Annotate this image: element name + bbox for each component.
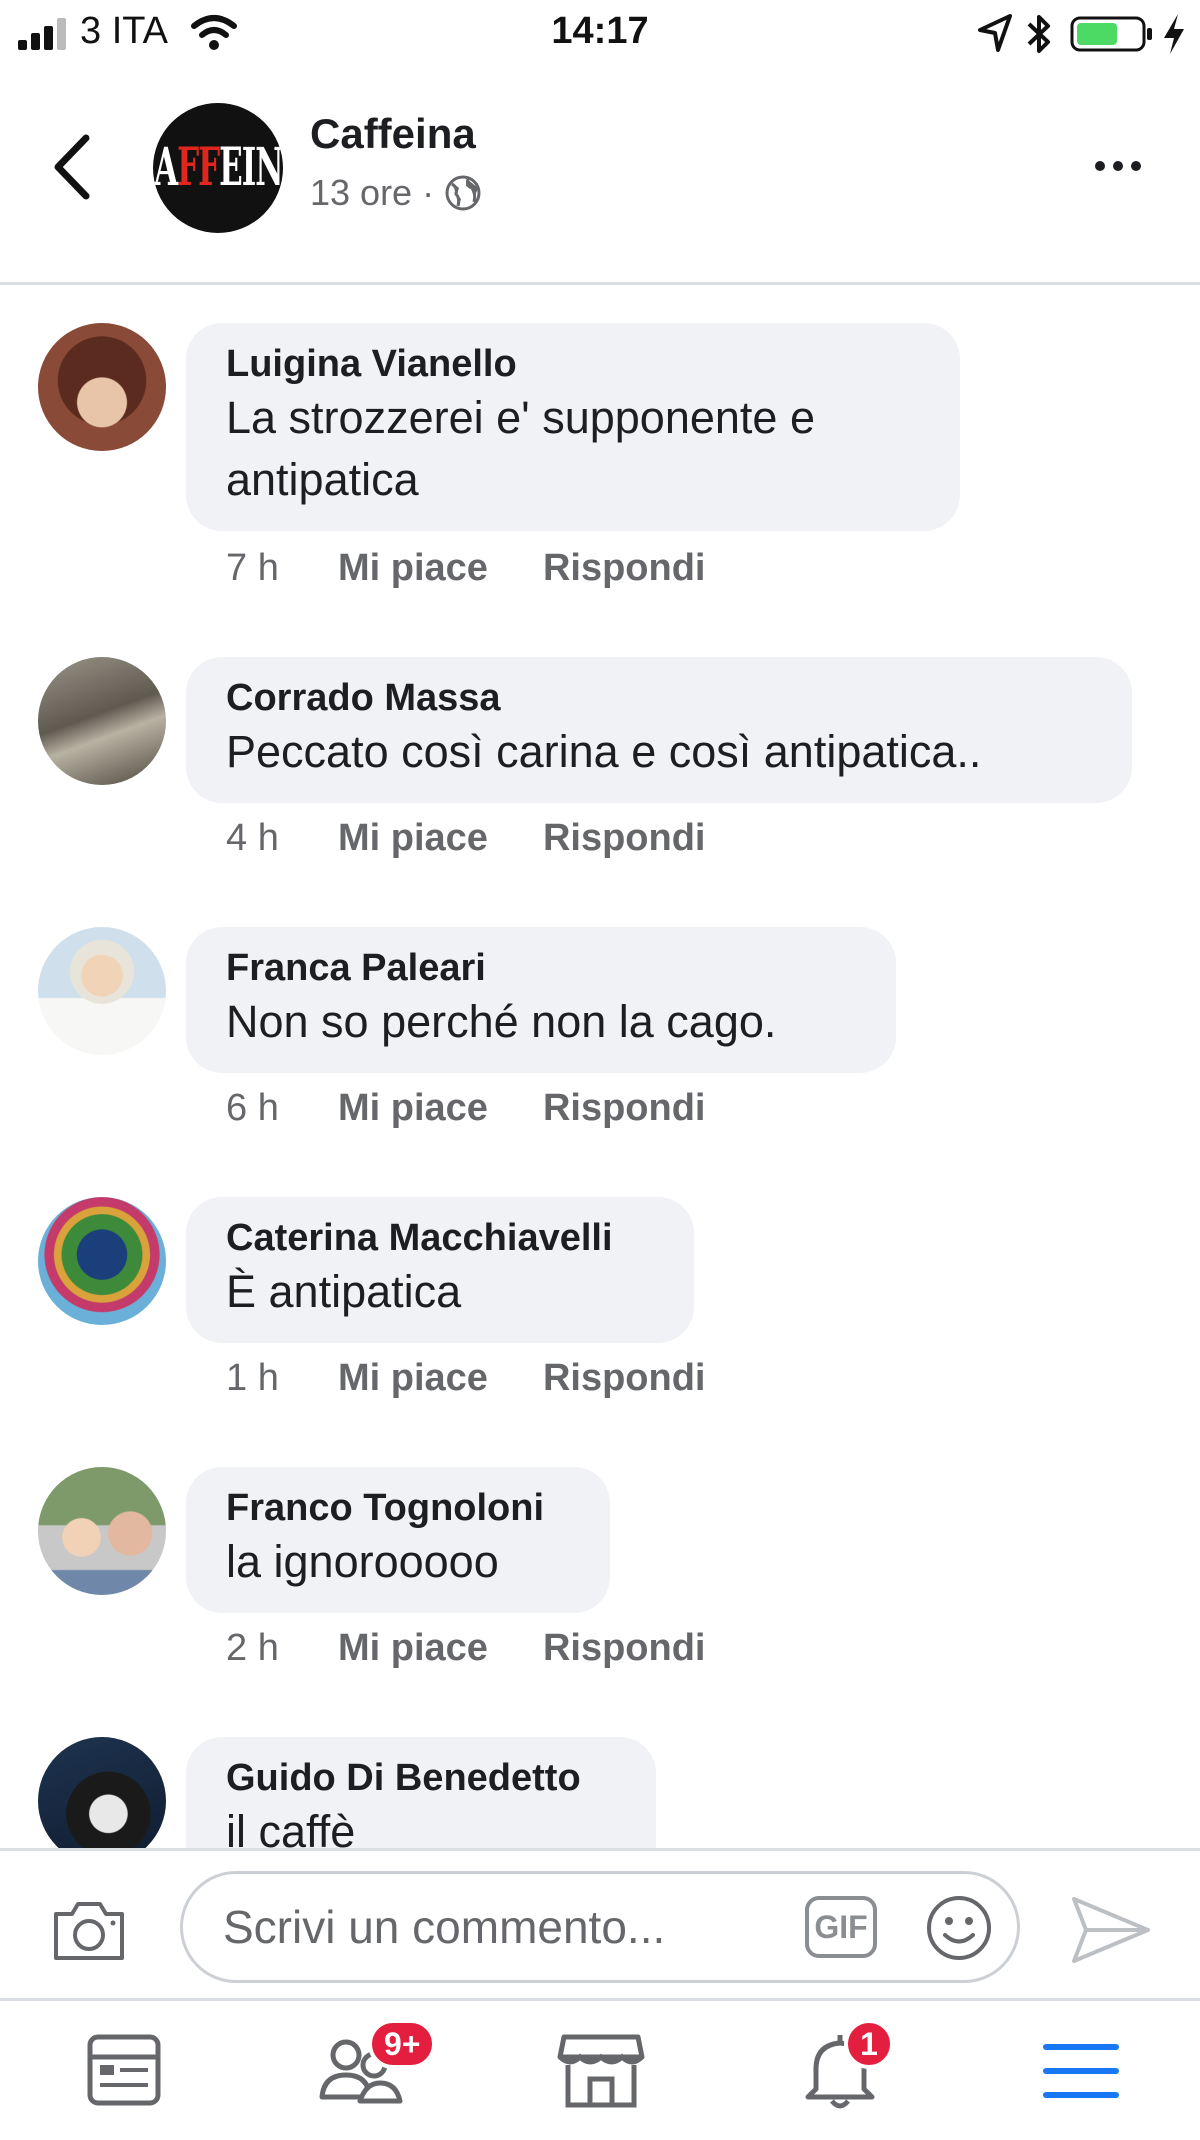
comment-author[interactable]: Guido Di Benedetto (226, 1755, 616, 1801)
notifications-tab[interactable]: 1 (800, 2019, 910, 2111)
marketplace-icon[interactable] (556, 2031, 646, 2111)
reply-button[interactable]: Rispondi (543, 1627, 706, 1670)
like-button[interactable]: Mi piace (338, 1087, 488, 1130)
comment-bubble: Corrado Massa Peccato così carina e così… (186, 657, 1132, 803)
globe-icon (445, 175, 481, 211)
gif-icon[interactable]: GIF (805, 1896, 877, 1958)
comment-author[interactable]: Franco Tognoloni (226, 1485, 570, 1531)
camera-icon[interactable] (50, 1896, 128, 1964)
post-header: CAFFEINA Caffeina 13 ore · (0, 70, 1200, 285)
comment-author[interactable]: Caterina Macchiavelli (226, 1215, 654, 1261)
comment-text: Non so perché non la cago. (226, 996, 777, 1047)
comment-text: la ignorooooo (226, 1536, 499, 1587)
avatar[interactable] (38, 1197, 166, 1325)
comment-text: Peccato così carina e così antipatica.. (226, 726, 982, 777)
menu-icon[interactable] (1036, 2031, 1126, 2111)
avatar[interactable] (38, 1467, 166, 1595)
like-button[interactable]: Mi piace (338, 1357, 488, 1400)
comment-text: È antipatica (226, 1266, 462, 1317)
comment-text: il caffè (226, 1806, 356, 1848)
friends-badge: 9+ (368, 2019, 437, 2069)
friends-tab[interactable]: 9+ (316, 2019, 456, 2111)
like-button[interactable]: Mi piace (338, 817, 488, 860)
notifications-badge: 1 (844, 2019, 894, 2069)
comment-actions: 6 h Mi piace Rispondi (226, 1087, 706, 1130)
comment-actions: 1 h Mi piace Rispondi (226, 1357, 706, 1400)
comment-actions: 7 h Mi piace Rispondi (226, 547, 706, 590)
bluetooth-icon (1027, 15, 1050, 53)
status-bar: 3 ITA 14:17 (0, 0, 1200, 70)
avatar[interactable] (38, 927, 166, 1055)
avatar[interactable] (38, 657, 166, 785)
comment-time: 7 h (226, 547, 279, 589)
emoji-icon[interactable] (923, 1892, 995, 1964)
send-icon[interactable] (1070, 1893, 1152, 1967)
comments-list: Luigina Vianello La strozzerei e' suppon… (0, 285, 1200, 1848)
meta-separator: · (422, 172, 435, 213)
reply-button[interactable]: Rispondi (543, 1087, 706, 1130)
comment-bubble: Guido Di Benedetto il caffè (186, 1737, 656, 1848)
back-arrow-icon[interactable] (50, 132, 94, 202)
news-feed-icon[interactable] (80, 2031, 170, 2111)
comment-bubble: Franco Tognoloni la ignorooooo (186, 1467, 610, 1613)
comment-actions: 2 h Mi piace Rispondi (226, 1627, 706, 1670)
comment-bubble: Franca Paleari Non so perché non la cago… (186, 927, 896, 1073)
comment-time: 1 h (226, 1357, 279, 1399)
comment-input[interactable] (221, 1896, 765, 1958)
battery-icon (1070, 16, 1152, 52)
comment-author[interactable]: Franca Paleari (226, 945, 856, 991)
charging-icon (1164, 14, 1184, 54)
comment-time: 6 h (226, 1087, 279, 1129)
avatar[interactable] (38, 1737, 166, 1848)
reply-button[interactable]: Rispondi (543, 547, 706, 590)
comment-actions: 4 h Mi piace Rispondi (226, 817, 706, 860)
more-options-icon[interactable] (1095, 158, 1151, 178)
comment-time: 4 h (226, 817, 279, 859)
comment-text: La strozzerei e' supponente e antipatica (226, 392, 815, 505)
comment-bubble: Caterina Macchiavelli È antipatica (186, 1197, 694, 1343)
reply-button[interactable]: Rispondi (543, 817, 706, 860)
page-logo-text: CAFFEINA (153, 137, 283, 199)
avatar[interactable] (38, 323, 166, 451)
post-time: 13 ore (310, 172, 413, 213)
comment-time: 2 h (226, 1627, 279, 1669)
location-icon (978, 14, 1012, 52)
comment-author[interactable]: Corrado Massa (226, 675, 1092, 721)
like-button[interactable]: Mi piace (338, 1627, 488, 1670)
comment-input-wrapper: GIF (180, 1871, 1020, 1983)
like-button[interactable]: Mi piace (338, 547, 488, 590)
bottom-tab-bar: 9+ 1 (0, 1998, 1200, 2140)
comment-author[interactable]: Luigina Vianello (226, 341, 920, 387)
post-meta: 13 ore · (310, 172, 482, 214)
reply-button[interactable]: Rispondi (543, 1357, 706, 1400)
page-name[interactable]: Caffeina (310, 110, 476, 158)
comment-bubble: Luigina Vianello La strozzerei e' suppon… (186, 323, 960, 531)
page-avatar[interactable]: CAFFEINA (153, 103, 283, 233)
comment-composer: GIF (0, 1848, 1200, 2001)
clock: 14:17 (551, 10, 649, 52)
